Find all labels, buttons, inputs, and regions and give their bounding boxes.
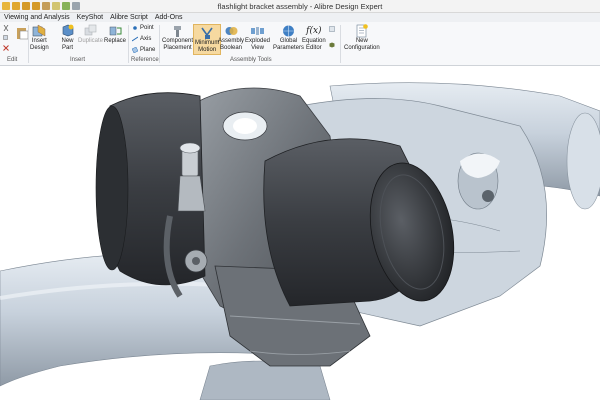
assembly-boolean-label: Assembly Boolean bbox=[218, 38, 245, 51]
new-configuration-label: New Configuration bbox=[344, 38, 380, 51]
equation-editor-label: Equation Editor bbox=[302, 38, 326, 51]
assembly-boolean-icon bbox=[225, 27, 237, 35]
replace-icon bbox=[109, 26, 121, 36]
equation-editor-button[interactable]: f(x) Equation Editor bbox=[302, 24, 326, 52]
new-part-button[interactable]: New Part bbox=[60, 24, 75, 52]
title-bar: flashlight bracket assembly - Alibre Des… bbox=[0, 0, 600, 13]
minimum-motion-label: Minimum Motion bbox=[195, 40, 220, 53]
menu-keyshot[interactable]: KeyShot bbox=[77, 14, 103, 21]
separator bbox=[28, 25, 29, 63]
separator bbox=[128, 25, 129, 63]
small-tool-a[interactable] bbox=[329, 26, 335, 32]
equation-editor-icon: f(x) bbox=[306, 26, 322, 36]
duplicate-icon bbox=[84, 24, 97, 36]
configuration-small-icon bbox=[329, 26, 335, 32]
axis-icon bbox=[132, 36, 138, 42]
new-part-label: New Part bbox=[61, 38, 74, 51]
delete-icon bbox=[3, 45, 9, 51]
separator bbox=[159, 25, 160, 63]
flashlight-bracket-model bbox=[0, 82, 600, 400]
new-configuration-button[interactable]: New Configuration bbox=[344, 24, 380, 52]
global-parameters-icon bbox=[283, 25, 294, 37]
new-part-icon bbox=[62, 24, 74, 37]
exploded-view-label: Exploded View bbox=[245, 38, 271, 51]
exploded-view-icon bbox=[251, 27, 265, 35]
small-tool-b[interactable] bbox=[329, 42, 335, 48]
separator bbox=[340, 25, 341, 63]
insert-design-button[interactable]: Insert Design bbox=[30, 24, 49, 52]
axis-label: Axis bbox=[140, 36, 152, 42]
axis-button[interactable]: Axis bbox=[132, 36, 151, 42]
plane-icon bbox=[132, 47, 138, 53]
exploded-view-button[interactable]: Exploded View bbox=[245, 24, 270, 52]
plane-label: Plane bbox=[140, 47, 156, 53]
group-label-edit: Edit bbox=[7, 57, 18, 63]
group-label-insert: Insert bbox=[70, 57, 86, 63]
group-label-reference: Reference bbox=[131, 57, 159, 63]
ribbon: Edit Insert Design New Part Duplicate Re… bbox=[0, 22, 600, 66]
point-label: Point bbox=[140, 25, 154, 31]
duplicate-label: Duplicate bbox=[78, 38, 104, 44]
global-parameters-label: Global Parameters bbox=[273, 38, 305, 51]
minimum-motion-icon bbox=[201, 27, 213, 39]
menu-add-ons[interactable]: Add-Ons bbox=[155, 14, 183, 21]
component-placement-button[interactable]: Component Placement bbox=[162, 24, 193, 52]
edit-copy[interactable] bbox=[3, 35, 9, 41]
assembly-boolean-button[interactable]: Assembly Boolean bbox=[218, 24, 244, 52]
cut-icon bbox=[3, 25, 9, 31]
point-icon bbox=[133, 26, 137, 30]
part-small-icon bbox=[329, 42, 335, 48]
edit-delete[interactable] bbox=[3, 45, 9, 51]
menu-bar: Viewing and Analysis KeyShot Alibre Scri… bbox=[0, 13, 600, 22]
window-title: flashlight bracket assembly - Alibre Des… bbox=[217, 2, 383, 11]
component-placement-label: Component Placement bbox=[162, 38, 194, 51]
copy-icon bbox=[3, 35, 8, 40]
edit-cut[interactable] bbox=[3, 25, 9, 31]
new-configuration-icon bbox=[357, 24, 369, 38]
component-placement-icon bbox=[174, 26, 182, 37]
insert-design-label: Insert Design bbox=[30, 38, 49, 51]
global-parameters-button[interactable]: Global Parameters bbox=[273, 24, 304, 52]
duplicate-button[interactable]: Duplicate bbox=[78, 24, 103, 45]
replace-label: Replace bbox=[104, 38, 127, 44]
model-viewport[interactable] bbox=[0, 66, 600, 400]
group-label-assembly-tools: Assembly Tools bbox=[230, 57, 272, 63]
point-button[interactable]: Point bbox=[132, 25, 154, 31]
menu-viewing-analysis[interactable]: Viewing and Analysis bbox=[4, 14, 70, 21]
plane-button[interactable]: Plane bbox=[132, 47, 155, 53]
insert-design-icon bbox=[32, 24, 46, 37]
menu-alibre-script[interactable]: Alibre Script bbox=[110, 14, 148, 21]
replace-button[interactable]: Replace bbox=[104, 24, 126, 45]
